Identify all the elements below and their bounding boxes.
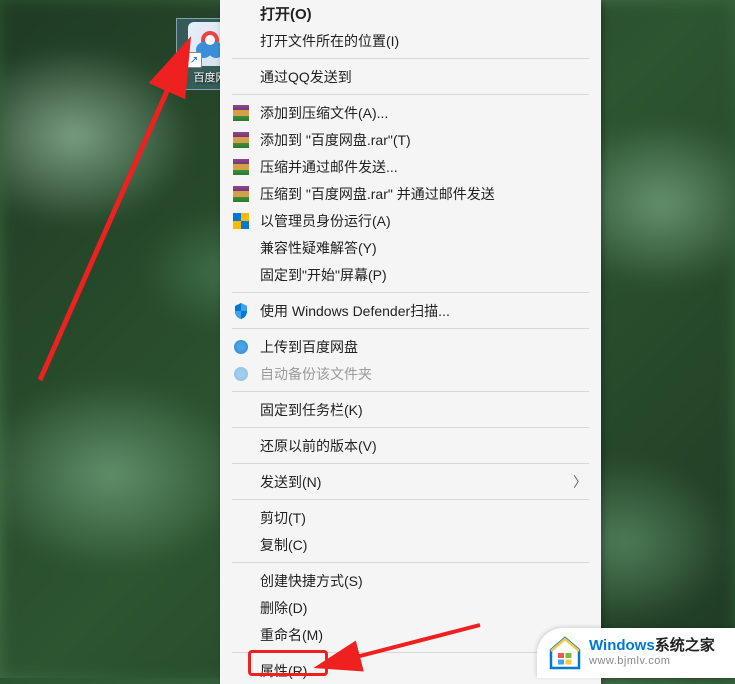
menu-copy[interactable]: 复制(C) bbox=[220, 531, 601, 558]
menu-create-shortcut-label: 创建快捷方式(S) bbox=[260, 571, 363, 591]
menu-pin-to-start-label: 固定到"开始"屏幕(P) bbox=[260, 265, 387, 285]
watermark-brand-en: Windows bbox=[589, 637, 655, 654]
menu-cut-label: 剪切(T) bbox=[260, 508, 306, 528]
menu-compat-troubleshoot-label: 兼容性疑难解答(Y) bbox=[260, 238, 377, 258]
menu-defender-scan[interactable]: 使用 Windows Defender扫描... bbox=[220, 297, 601, 324]
menu-delete[interactable]: 删除(D) bbox=[220, 594, 601, 621]
context-menu: 打开(O) 打开文件所在的位置(I) 通过QQ发送到 添加到压缩文件(A)...… bbox=[220, 0, 601, 684]
menu-send-to-label: 发送到(N) bbox=[260, 472, 321, 492]
menu-open-label: 打开(O) bbox=[260, 3, 312, 24]
menu-auto-backup: 自动备份该文件夹 bbox=[220, 360, 601, 387]
menu-auto-backup-label: 自动备份该文件夹 bbox=[260, 364, 372, 384]
menu-open-file-location[interactable]: 打开文件所在的位置(I) bbox=[220, 27, 601, 54]
watermark-badge: Windows系统之家 www.bjmlv.com bbox=[537, 628, 735, 678]
menu-compress-rar-email-label: 压缩到 "百度网盘.rar" 并通过邮件发送 bbox=[260, 184, 495, 204]
winrar-icon bbox=[232, 158, 250, 176]
menu-separator bbox=[232, 652, 589, 653]
shortcut-overlay-icon: ↗ bbox=[186, 52, 202, 68]
watermark-brand-cn: 系统之家 bbox=[655, 637, 715, 654]
menu-send-to[interactable]: 发送到(N) 〉 bbox=[220, 468, 601, 495]
menu-copy-label: 复制(C) bbox=[260, 535, 307, 555]
winrar-icon bbox=[232, 104, 250, 122]
menu-separator bbox=[232, 562, 589, 563]
defender-shield-icon bbox=[232, 302, 250, 320]
menu-defender-scan-label: 使用 Windows Defender扫描... bbox=[260, 301, 450, 321]
menu-delete-label: 删除(D) bbox=[260, 598, 307, 618]
menu-upload-baidu-label: 上传到百度网盘 bbox=[260, 337, 358, 357]
watermark-url: www.bjmlv.com bbox=[589, 655, 715, 668]
menu-upload-baidu[interactable]: 上传到百度网盘 bbox=[220, 333, 601, 360]
menu-restore-previous-label: 还原以前的版本(V) bbox=[260, 436, 377, 456]
menu-qq-send-label: 通过QQ发送到 bbox=[260, 67, 352, 87]
menu-separator bbox=[232, 463, 589, 464]
menu-pin-to-taskbar[interactable]: 固定到任务栏(K) bbox=[220, 396, 601, 423]
menu-run-as-admin-label: 以管理员身份运行(A) bbox=[260, 211, 391, 231]
watermark-text: Windows系统之家 www.bjmlv.com bbox=[589, 637, 715, 668]
baidu-cloud-icon bbox=[232, 365, 250, 383]
menu-add-to-archive-label: 添加到压缩文件(A)... bbox=[260, 103, 388, 123]
menu-separator bbox=[232, 292, 589, 293]
menu-add-to-rar[interactable]: 添加到 "百度网盘.rar"(T) bbox=[220, 126, 601, 153]
windows-house-icon bbox=[547, 635, 583, 671]
menu-open-file-location-label: 打开文件所在的位置(I) bbox=[260, 31, 399, 51]
menu-separator bbox=[232, 427, 589, 428]
menu-add-to-archive[interactable]: 添加到压缩文件(A)... bbox=[220, 99, 601, 126]
menu-separator bbox=[232, 94, 589, 95]
menu-compress-email-label: 压缩并通过邮件发送... bbox=[260, 157, 398, 177]
menu-qq-send[interactable]: 通过QQ发送到 bbox=[220, 63, 601, 90]
menu-separator bbox=[232, 58, 589, 59]
menu-restore-previous[interactable]: 还原以前的版本(V) bbox=[220, 432, 601, 459]
menu-separator bbox=[232, 328, 589, 329]
menu-cut[interactable]: 剪切(T) bbox=[220, 504, 601, 531]
menu-create-shortcut[interactable]: 创建快捷方式(S) bbox=[220, 567, 601, 594]
uac-shield-icon bbox=[232, 212, 250, 230]
menu-compat-troubleshoot[interactable]: 兼容性疑难解答(Y) bbox=[220, 234, 601, 261]
winrar-icon bbox=[232, 131, 250, 149]
menu-separator bbox=[232, 499, 589, 500]
menu-rename-label: 重命名(M) bbox=[260, 625, 323, 645]
menu-separator bbox=[232, 391, 589, 392]
menu-pin-to-start[interactable]: 固定到"开始"屏幕(P) bbox=[220, 261, 601, 288]
baidu-cloud-icon bbox=[232, 338, 250, 356]
menu-add-to-rar-label: 添加到 "百度网盘.rar"(T) bbox=[260, 130, 411, 150]
menu-pin-to-taskbar-label: 固定到任务栏(K) bbox=[260, 400, 363, 420]
menu-run-as-admin[interactable]: 以管理员身份运行(A) bbox=[220, 207, 601, 234]
chevron-right-icon: 〉 bbox=[573, 472, 587, 492]
winrar-icon bbox=[232, 185, 250, 203]
menu-compress-email[interactable]: 压缩并通过邮件发送... bbox=[220, 153, 601, 180]
menu-compress-rar-email[interactable]: 压缩到 "百度网盘.rar" 并通过邮件发送 bbox=[220, 180, 601, 207]
menu-open[interactable]: 打开(O) bbox=[220, 0, 601, 27]
